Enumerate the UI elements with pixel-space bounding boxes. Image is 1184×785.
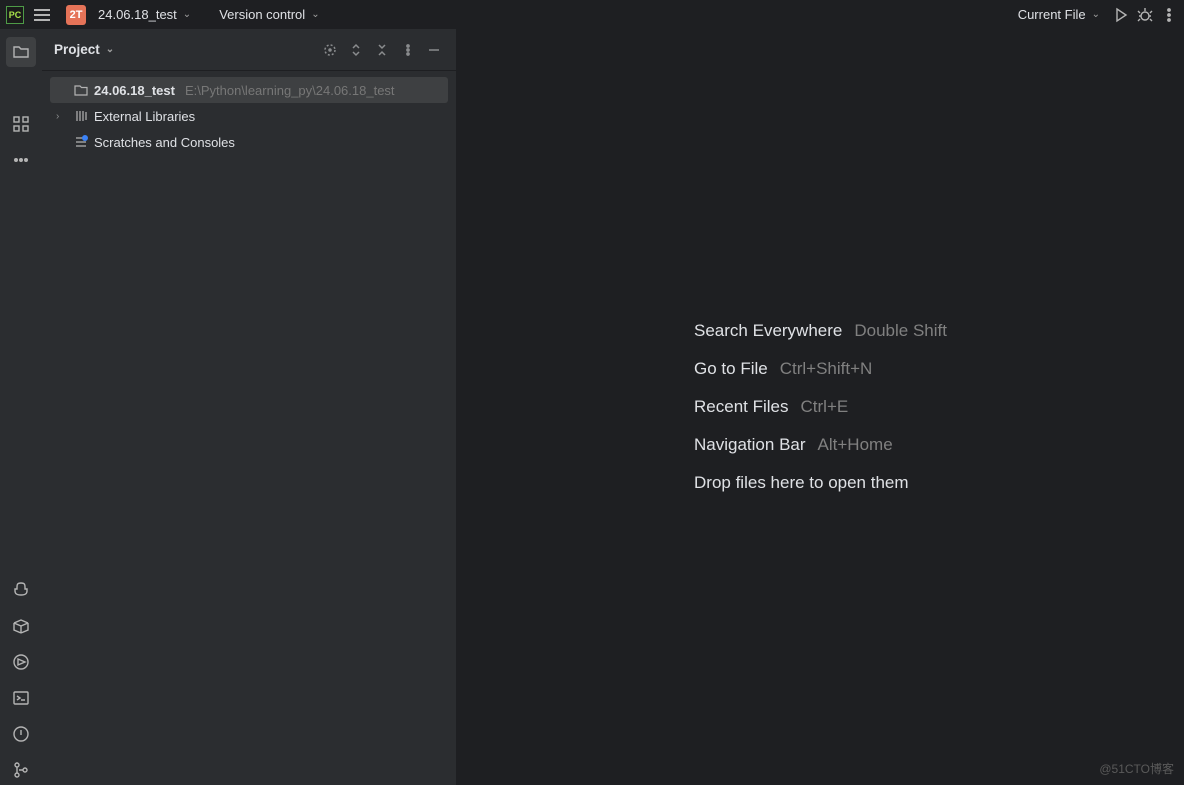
tree-node-label: Scratches and Consoles	[94, 135, 235, 150]
python-console-button[interactable]	[6, 575, 36, 605]
hide-panel-button[interactable]	[424, 40, 444, 60]
tip-shortcut: Ctrl+E	[801, 397, 849, 417]
scratches-icon	[74, 135, 88, 149]
tree-root-item[interactable]: 24.06.18_test E:\Python\learning_py\24.0…	[50, 77, 448, 103]
select-opened-file-button[interactable]	[320, 40, 340, 60]
tree-node-label: External Libraries	[94, 109, 195, 124]
project-name: 24.06.18_test	[98, 7, 177, 22]
panel-header: Project ⌄	[42, 29, 456, 71]
problems-button[interactable]	[6, 719, 36, 749]
tip-drop-files: Drop files here to open them	[694, 473, 947, 493]
chevron-down-icon: ⌄	[106, 44, 114, 55]
tip-label: Navigation Bar	[694, 435, 806, 455]
tree-external-libraries[interactable]: › External Libraries	[50, 103, 448, 129]
tree-node-name: 24.06.18_test	[94, 83, 175, 98]
run-config-label: Current File	[1018, 7, 1086, 22]
main-menu-button[interactable]	[30, 5, 54, 25]
tip-label: Go to File	[694, 359, 768, 379]
folder-icon	[74, 83, 88, 97]
expand-all-button[interactable]	[346, 40, 366, 60]
project-tool-button[interactable]	[6, 37, 36, 67]
project-badge: 2T	[66, 5, 86, 25]
run-config-selector[interactable]: Current File ⌄	[1012, 7, 1106, 22]
packages-button[interactable]	[6, 611, 36, 641]
terminal-button[interactable]	[6, 683, 36, 713]
pycharm-icon: PC	[6, 6, 24, 24]
tree-node-path: E:\Python\learning_py\24.06.18_test	[185, 83, 395, 98]
debug-button[interactable]	[1136, 6, 1154, 24]
chevron-down-icon: ⌄	[311, 9, 319, 20]
more-tools-button[interactable]	[6, 145, 36, 175]
services-button[interactable]	[6, 647, 36, 677]
chevron-down-icon: ⌄	[1092, 9, 1100, 20]
panel-title-dropdown[interactable]: Project ⌄	[54, 42, 114, 57]
tip-label: Recent Files	[694, 397, 788, 417]
collapse-all-button[interactable]	[372, 40, 392, 60]
titlebar: PC 2T 24.06.18_test ⌄ Version control ⌄ …	[0, 0, 1184, 29]
editor-tips: Search Everywhere Double Shift Go to Fil…	[694, 321, 947, 493]
vcs-selector[interactable]: Version control ⌄	[213, 7, 325, 22]
project-panel: Project ⌄ 24.06.18_test E:\Python\learni…	[42, 29, 457, 785]
tree-scratches[interactable]: Scratches and Consoles	[50, 129, 448, 155]
project-selector[interactable]: 24.06.18_test ⌄	[92, 7, 197, 22]
library-icon	[74, 109, 88, 123]
run-button[interactable]	[1112, 6, 1130, 24]
tip-label: Drop files here to open them	[694, 473, 909, 493]
vcs-label: Version control	[219, 7, 305, 22]
git-button[interactable]	[6, 755, 36, 785]
project-tree: 24.06.18_test E:\Python\learning_py\24.0…	[42, 71, 456, 161]
chevron-down-icon: ⌄	[183, 9, 191, 20]
tip-go-to-file[interactable]: Go to File Ctrl+Shift+N	[694, 359, 947, 379]
tip-shortcut: Alt+Home	[818, 435, 893, 455]
panel-title-label: Project	[54, 42, 100, 57]
tip-recent-files[interactable]: Recent Files Ctrl+E	[694, 397, 947, 417]
tip-shortcut: Double Shift	[854, 321, 947, 341]
watermark: @51CTO博客	[1099, 760, 1174, 777]
tip-shortcut: Ctrl+Shift+N	[780, 359, 873, 379]
left-toolbar	[0, 29, 42, 785]
structure-tool-button[interactable]	[6, 109, 36, 139]
tip-navigation-bar[interactable]: Navigation Bar Alt+Home	[694, 435, 947, 455]
editor-empty-state: Search Everywhere Double Shift Go to Fil…	[457, 29, 1184, 785]
panel-options-button[interactable]	[398, 40, 418, 60]
more-menu-button[interactable]	[1160, 6, 1178, 24]
tip-search-everywhere[interactable]: Search Everywhere Double Shift	[694, 321, 947, 341]
chevron-right-icon: ›	[56, 111, 68, 122]
tip-label: Search Everywhere	[694, 321, 842, 341]
